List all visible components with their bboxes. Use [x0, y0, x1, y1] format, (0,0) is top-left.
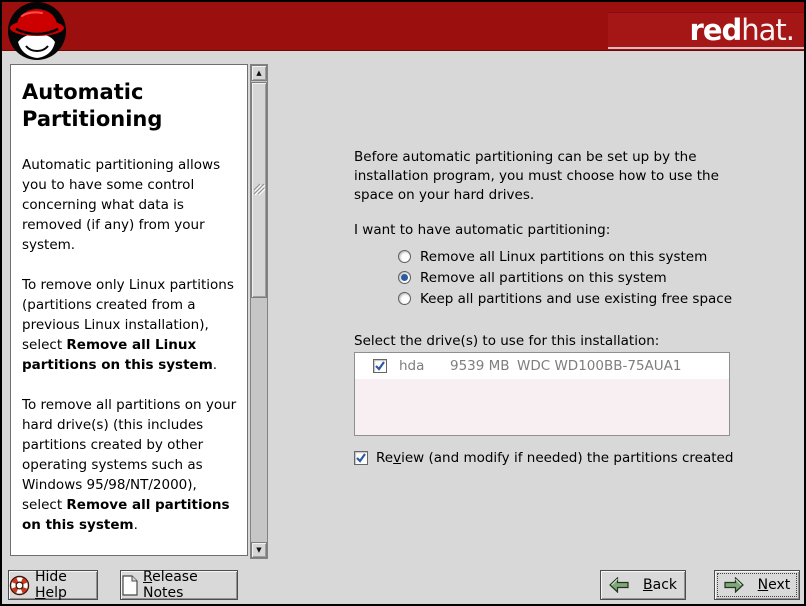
back-button[interactable]: Back [600, 570, 686, 600]
header-band: redhat. [2, 2, 804, 51]
scroll-down-button[interactable]: ▼ [251, 542, 267, 558]
window-content: redhat. Automatic Partitioning Automatic… [2, 2, 804, 604]
scrollbar-thumb[interactable] [251, 82, 267, 298]
help-scrollbar[interactable]: ▲ ▼ [250, 64, 268, 559]
installer-window: redhat. Automatic Partitioning Automatic… [0, 0, 806, 606]
arrow-up-icon: ▲ [256, 69, 261, 77]
life-buoy-icon [9, 575, 30, 596]
radio-button[interactable] [398, 250, 411, 263]
drive-checkbox[interactable] [373, 359, 387, 373]
radio-label: Keep all partitions and use existing fre… [420, 291, 732, 307]
release-notes-button[interactable]: Release Notes [120, 570, 238, 600]
partitioning-radio-group: Remove all Linux partitions on this syst… [398, 248, 732, 307]
help-paragraph: To remove only Linux partitions (partiti… [22, 275, 237, 375]
radio-label: Remove all Linux partitions on this syst… [420, 249, 707, 265]
help-paragraph: Automatic partitioning allows you to hav… [22, 155, 237, 255]
drive-row[interactable]: hda 9539 MB WDC WD100BB-75AUA1 [355, 353, 729, 379]
redhat-shadowman-icon [4, 2, 70, 62]
brand-plaque: redhat. [608, 12, 804, 49]
button-label: Back [643, 577, 677, 593]
radio-option-remove-all[interactable]: Remove all partitions on this system [398, 269, 732, 286]
review-checkbox[interactable] [354, 451, 368, 465]
arrow-right-icon [724, 577, 744, 593]
button-label: Next [758, 577, 791, 593]
drive-model: WDC WD100BB-75AUA1 [517, 358, 682, 374]
arrow-left-icon [609, 577, 629, 593]
checkmark-icon [355, 452, 367, 464]
drive-size: 9539 MB [450, 358, 510, 374]
button-label: Hide Help [35, 569, 97, 601]
grip-icon [253, 183, 266, 197]
arrow-down-icon: ▼ [256, 546, 261, 554]
button-label: Release Notes [143, 569, 237, 601]
review-checkbox-row[interactable]: Review (and modify if needed) the partit… [354, 450, 733, 466]
checkmark-icon [374, 360, 386, 372]
next-button[interactable]: Next [714, 570, 800, 600]
radio-label: Remove all partitions on this system [420, 270, 667, 286]
redhat-wordmark: redhat. [690, 16, 794, 45]
drives-label: Select the drive(s) to use for this inst… [354, 333, 659, 349]
radio-button[interactable] [398, 292, 411, 305]
drive-device: hda [399, 358, 424, 374]
drive-list[interactable]: hda 9539 MB WDC WD100BB-75AUA1 [354, 352, 730, 436]
partitioning-question-label: I want to have automatic partitioning: [354, 222, 610, 238]
hide-help-button[interactable]: Hide Help [8, 570, 98, 600]
review-label: Review (and modify if needed) the partit… [376, 450, 733, 466]
help-paragraph: To remove all partitions on your hard dr… [22, 395, 237, 535]
radio-option-remove-linux[interactable]: Remove all Linux partitions on this syst… [398, 248, 732, 265]
help-panel: Automatic Partitioning Automatic partiti… [10, 64, 248, 556]
help-title: Automatic Partitioning [22, 79, 237, 133]
radio-option-keep-all[interactable]: Keep all partitions and use existing fre… [398, 290, 732, 307]
document-icon [121, 575, 138, 596]
radio-button[interactable] [398, 271, 411, 284]
scroll-up-button[interactable]: ▲ [251, 65, 267, 81]
intro-text: Before automatic partitioning can be set… [354, 148, 754, 205]
